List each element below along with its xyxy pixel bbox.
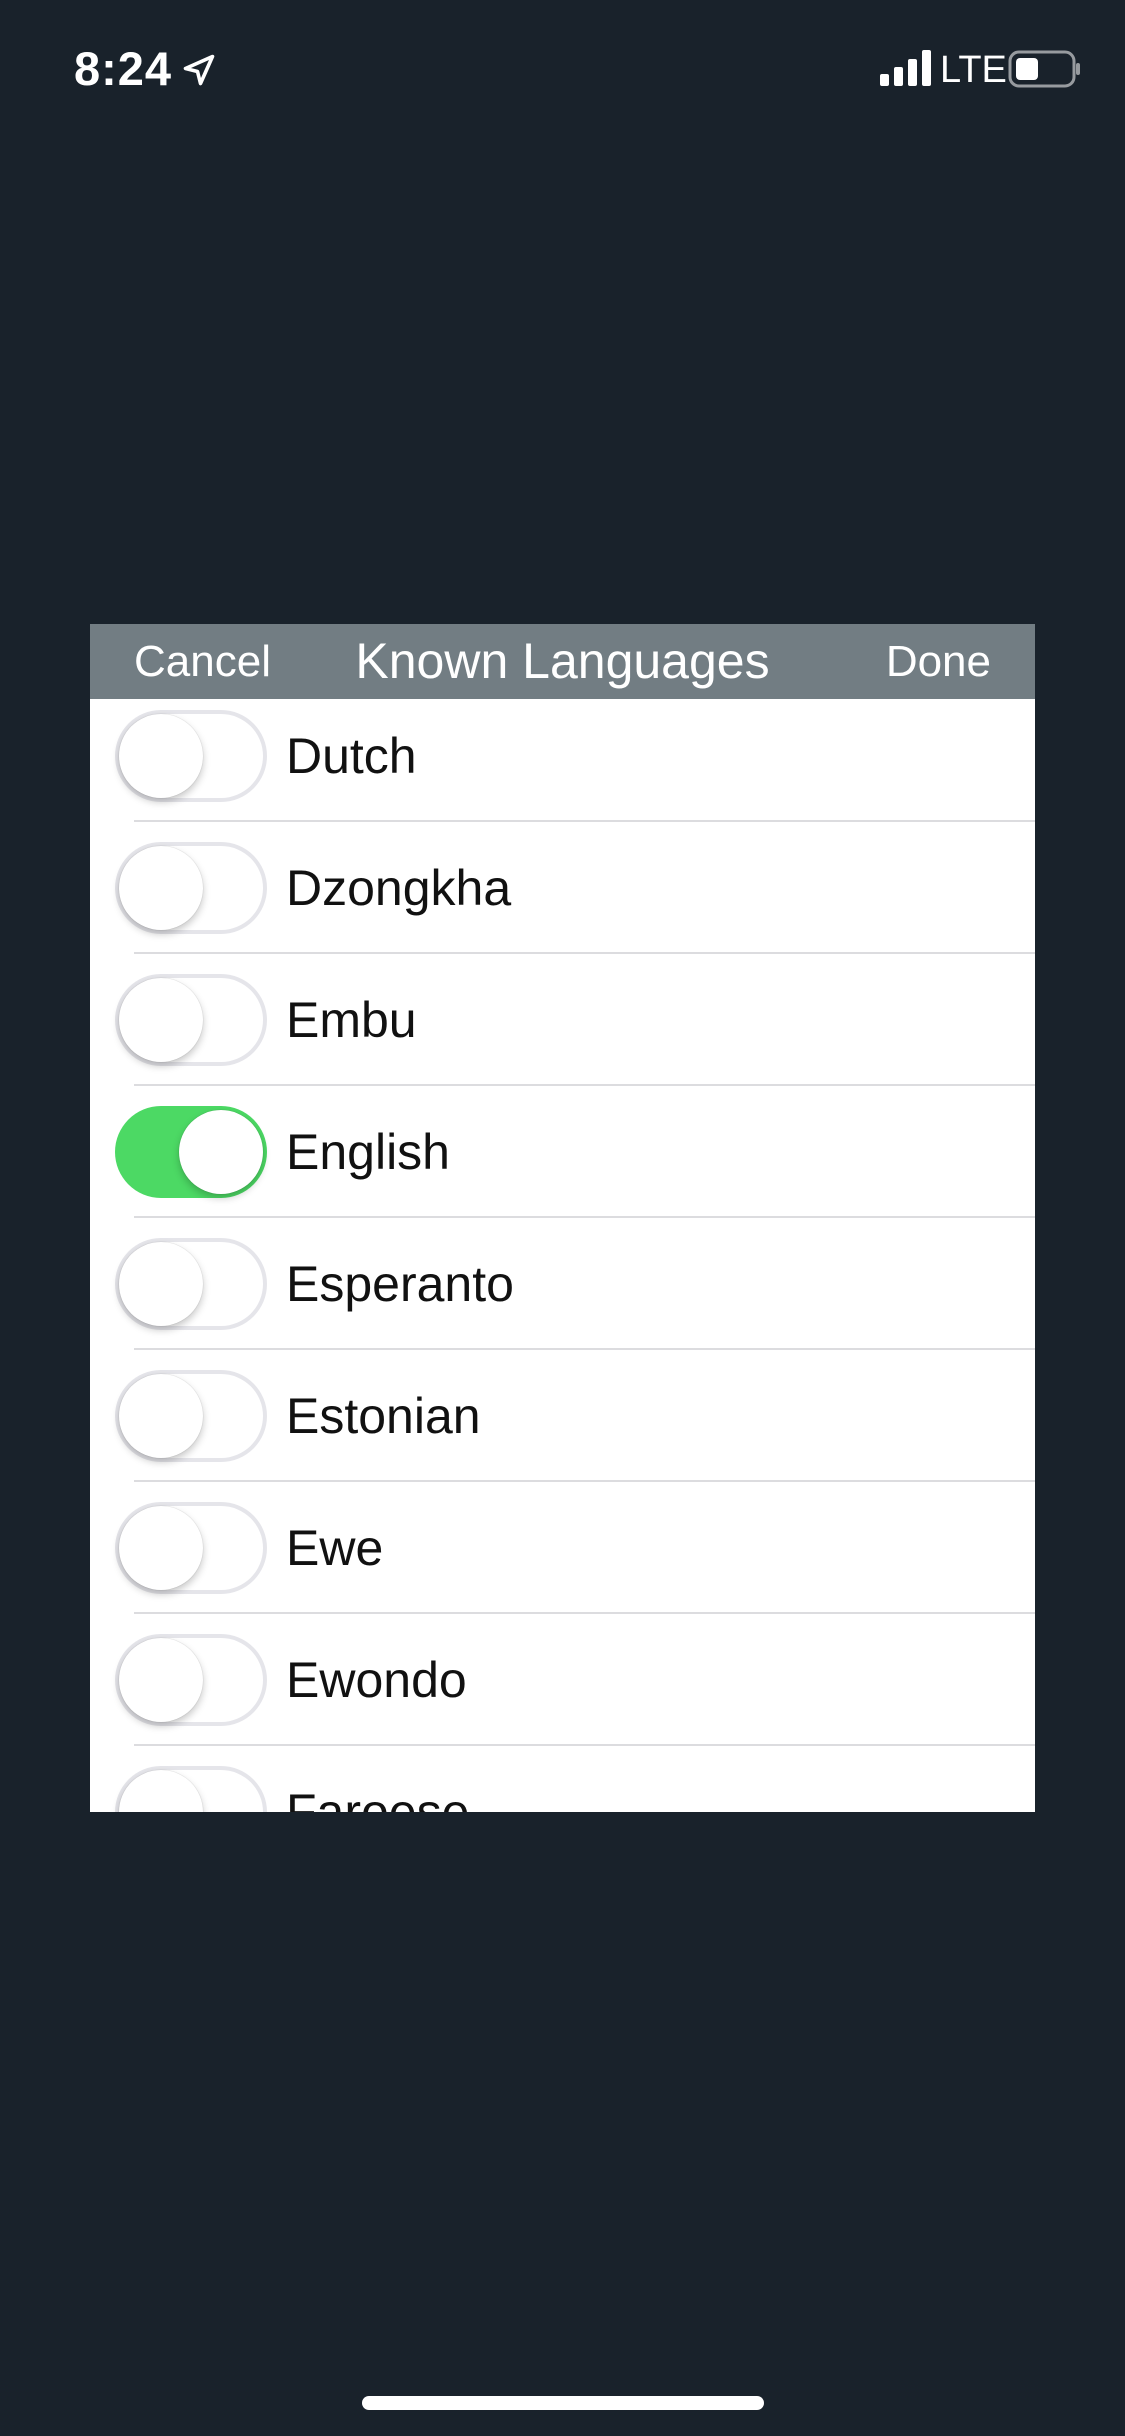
status-bar: 8:24 LTE — [0, 0, 1125, 140]
modal-header: Cancel Known Languages Done — [90, 624, 1035, 699]
language-label: Ewe — [286, 1520, 384, 1576]
toggle-ewondo[interactable] — [115, 1634, 267, 1726]
network-type-label: LTE — [940, 49, 1007, 91]
toggle-esperanto[interactable] — [115, 1238, 267, 1330]
known-languages-modal: Cancel Known Languages Done Dutch Dzongk… — [90, 624, 1035, 1812]
toggle-english[interactable] — [115, 1106, 267, 1198]
toggle-knob — [119, 1506, 203, 1590]
language-label: Ewondo — [286, 1652, 467, 1708]
language-row-ewe: Ewe — [90, 1482, 1035, 1614]
toggle-embu[interactable] — [115, 974, 267, 1066]
language-row-faroese: Faroese — [90, 1746, 1035, 1812]
language-row-embu: Embu — [90, 954, 1035, 1086]
toggle-knob — [119, 846, 203, 930]
done-button[interactable]: Done — [886, 624, 991, 699]
toggle-estonian[interactable] — [115, 1370, 267, 1462]
language-row-estonian: Estonian — [90, 1350, 1035, 1482]
toggle-knob — [119, 1638, 203, 1722]
toggle-dzongkha[interactable] — [115, 842, 267, 934]
language-label: Dutch — [286, 728, 417, 784]
cancel-button[interactable]: Cancel — [134, 624, 271, 699]
language-list[interactable]: Dutch Dzongkha Embu English Esperanto Es… — [90, 690, 1035, 1812]
toggle-faroese[interactable] — [115, 1766, 267, 1812]
language-row-dutch: Dutch — [90, 690, 1035, 822]
toggle-knob — [119, 1242, 203, 1326]
toggle-knob — [119, 1374, 203, 1458]
battery-icon — [1008, 50, 1080, 88]
toggle-knob — [119, 978, 203, 1062]
home-indicator[interactable] — [362, 2396, 764, 2410]
language-label: Embu — [286, 992, 417, 1048]
language-row-ewondo: Ewondo — [90, 1614, 1035, 1746]
language-row-english: English — [90, 1086, 1035, 1218]
toggle-knob — [119, 1770, 203, 1812]
location-arrow-icon — [183, 54, 215, 86]
toggle-dutch[interactable] — [115, 710, 267, 802]
language-row-esperanto: Esperanto — [90, 1218, 1035, 1350]
status-time: 8:24 — [74, 42, 173, 95]
cellular-signal-icon — [880, 50, 931, 86]
toggle-knob — [119, 714, 203, 798]
language-label: Dzongkha — [286, 860, 512, 916]
toggle-ewe[interactable] — [115, 1502, 267, 1594]
language-label: English — [286, 1124, 450, 1180]
language-label: Faroese — [286, 1784, 470, 1812]
toggle-knob — [179, 1110, 263, 1194]
language-row-dzongkha: Dzongkha — [90, 822, 1035, 954]
language-label: Estonian — [286, 1388, 481, 1444]
language-label: Esperanto — [286, 1256, 514, 1312]
